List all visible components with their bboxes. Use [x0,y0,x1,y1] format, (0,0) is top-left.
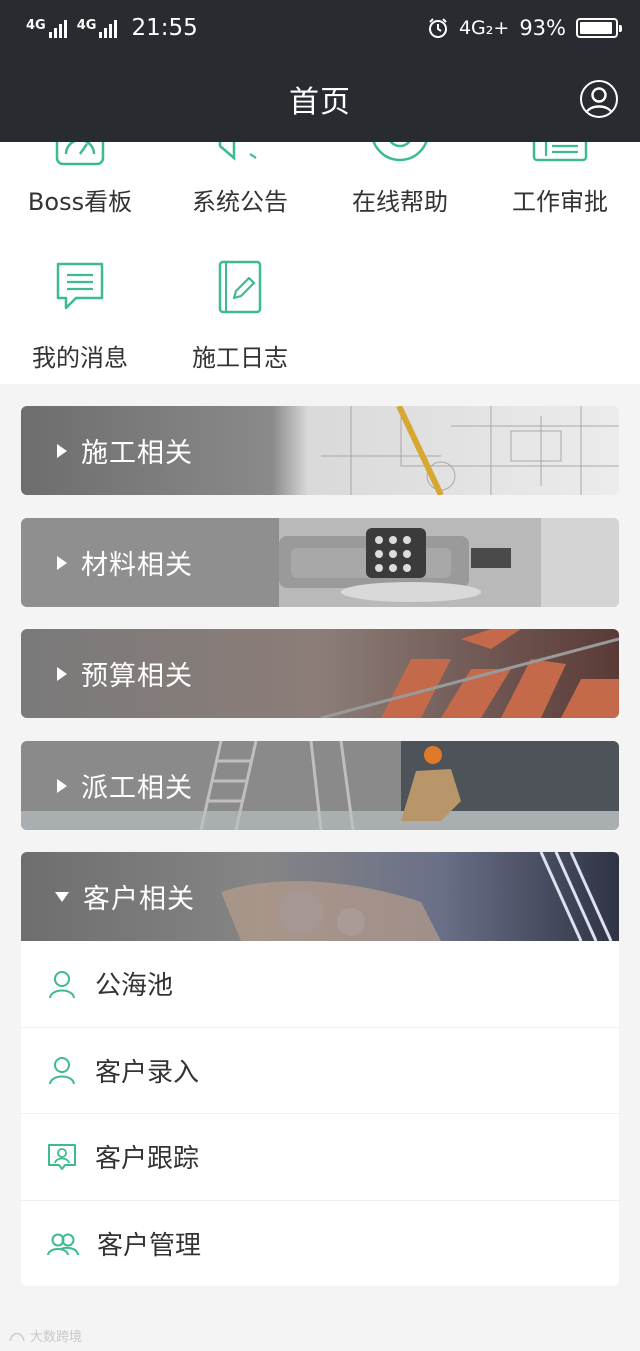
signal-icon-2: 4G [77,18,118,38]
panel-construction[interactable]: 施工相关 [21,406,619,495]
quick-item-work-approval[interactable]: 工作审批 [480,142,640,217]
quick-item-label: Boss看板 [27,188,133,216]
clock: 21:55 [131,15,198,41]
message-icon [56,262,104,310]
expand-caret-icon [57,555,67,570]
status-bar: 4G 4G 21:55 4G₂+ 93% [0,0,640,56]
signal-label-2: 4G [76,18,97,33]
battery-percent: 93% [519,16,566,40]
battery-icon [576,18,622,38]
quick-item-label: 我的消息 [32,344,128,372]
panel-label: 派工相关 [81,773,193,804]
panel-dispatch[interactable]: 派工相关 [21,741,619,830]
panel-materials[interactable]: 材料相关 [21,518,619,607]
watermark-text: 大数跨境 [30,1330,83,1345]
quick-item-announcements[interactable]: 系统公告 [160,142,320,217]
submenu-customer-tracking[interactable]: 客户跟踪 [21,1114,619,1201]
signal-label: 4G [26,18,46,33]
network-type: 4G₂+ [458,17,510,39]
collapse-caret-icon [55,891,69,902]
profile-button[interactable] [580,80,618,118]
quick-item-my-messages[interactable]: 我的消息 [0,260,160,373]
expand-caret-icon [57,443,67,458]
panel-label: 客户相关 [83,884,195,915]
user-add-icon [49,1057,75,1085]
quick-item-label: 施工日志 [192,344,288,372]
dashboard-icon [55,142,105,166]
group-icon [47,1233,79,1256]
watermark: 大数跨境 [8,1326,82,1345]
panel-budget[interactable]: 预算相关 [21,629,619,718]
quick-item-label: 工作审批 [512,188,608,216]
submenu-label: 客户管理 [97,1231,202,1262]
approval-icon [532,142,588,162]
quick-item-online-help[interactable]: 在线帮助 [320,142,480,217]
watermark-logo-icon [9,1332,25,1341]
support-icon [372,142,428,162]
contact-card-icon [48,1143,76,1170]
signal-icon: 4G [26,18,67,38]
expand-caret-icon [57,666,67,681]
alarm-icon [428,18,447,38]
submenu-label: 客户跟踪 [95,1144,200,1175]
panel-label: 施工相关 [81,438,193,469]
user-profile-icon [584,87,614,115]
panel-customers[interactable]: 客户相关 [21,852,619,941]
submenu-label: 客户录入 [95,1057,200,1088]
user-icon [49,970,75,999]
log-book-icon [218,260,262,314]
expand-caret-icon [57,778,67,793]
quick-access-grid: Boss看板 系统公告 在线帮助 工作审批 我的消息 施工日志 [0,142,640,384]
megaphone-icon [218,142,257,161]
nav-bar: 首页 [0,56,640,142]
submenu-customer-entry[interactable]: 客户录入 [21,1028,619,1114]
panel-label: 预算相关 [81,661,193,692]
customer-submenu: 公海池 客户录入 客户跟踪 客户管理 [21,941,619,1286]
submenu-public-pool[interactable]: 公海池 [21,941,619,1028]
quick-item-label: 系统公告 [192,188,288,216]
battery-fill [580,22,612,34]
page-title: 首页 [289,85,351,120]
quick-item-construction-log[interactable]: 施工日志 [160,258,320,373]
submenu-label: 公海池 [95,971,174,1002]
quick-item-label: 在线帮助 [352,188,448,216]
submenu-customer-management[interactable]: 客户管理 [21,1201,619,1288]
panel-label: 材料相关 [81,550,193,581]
quick-item-boss-board[interactable]: Boss看板 [0,142,160,217]
